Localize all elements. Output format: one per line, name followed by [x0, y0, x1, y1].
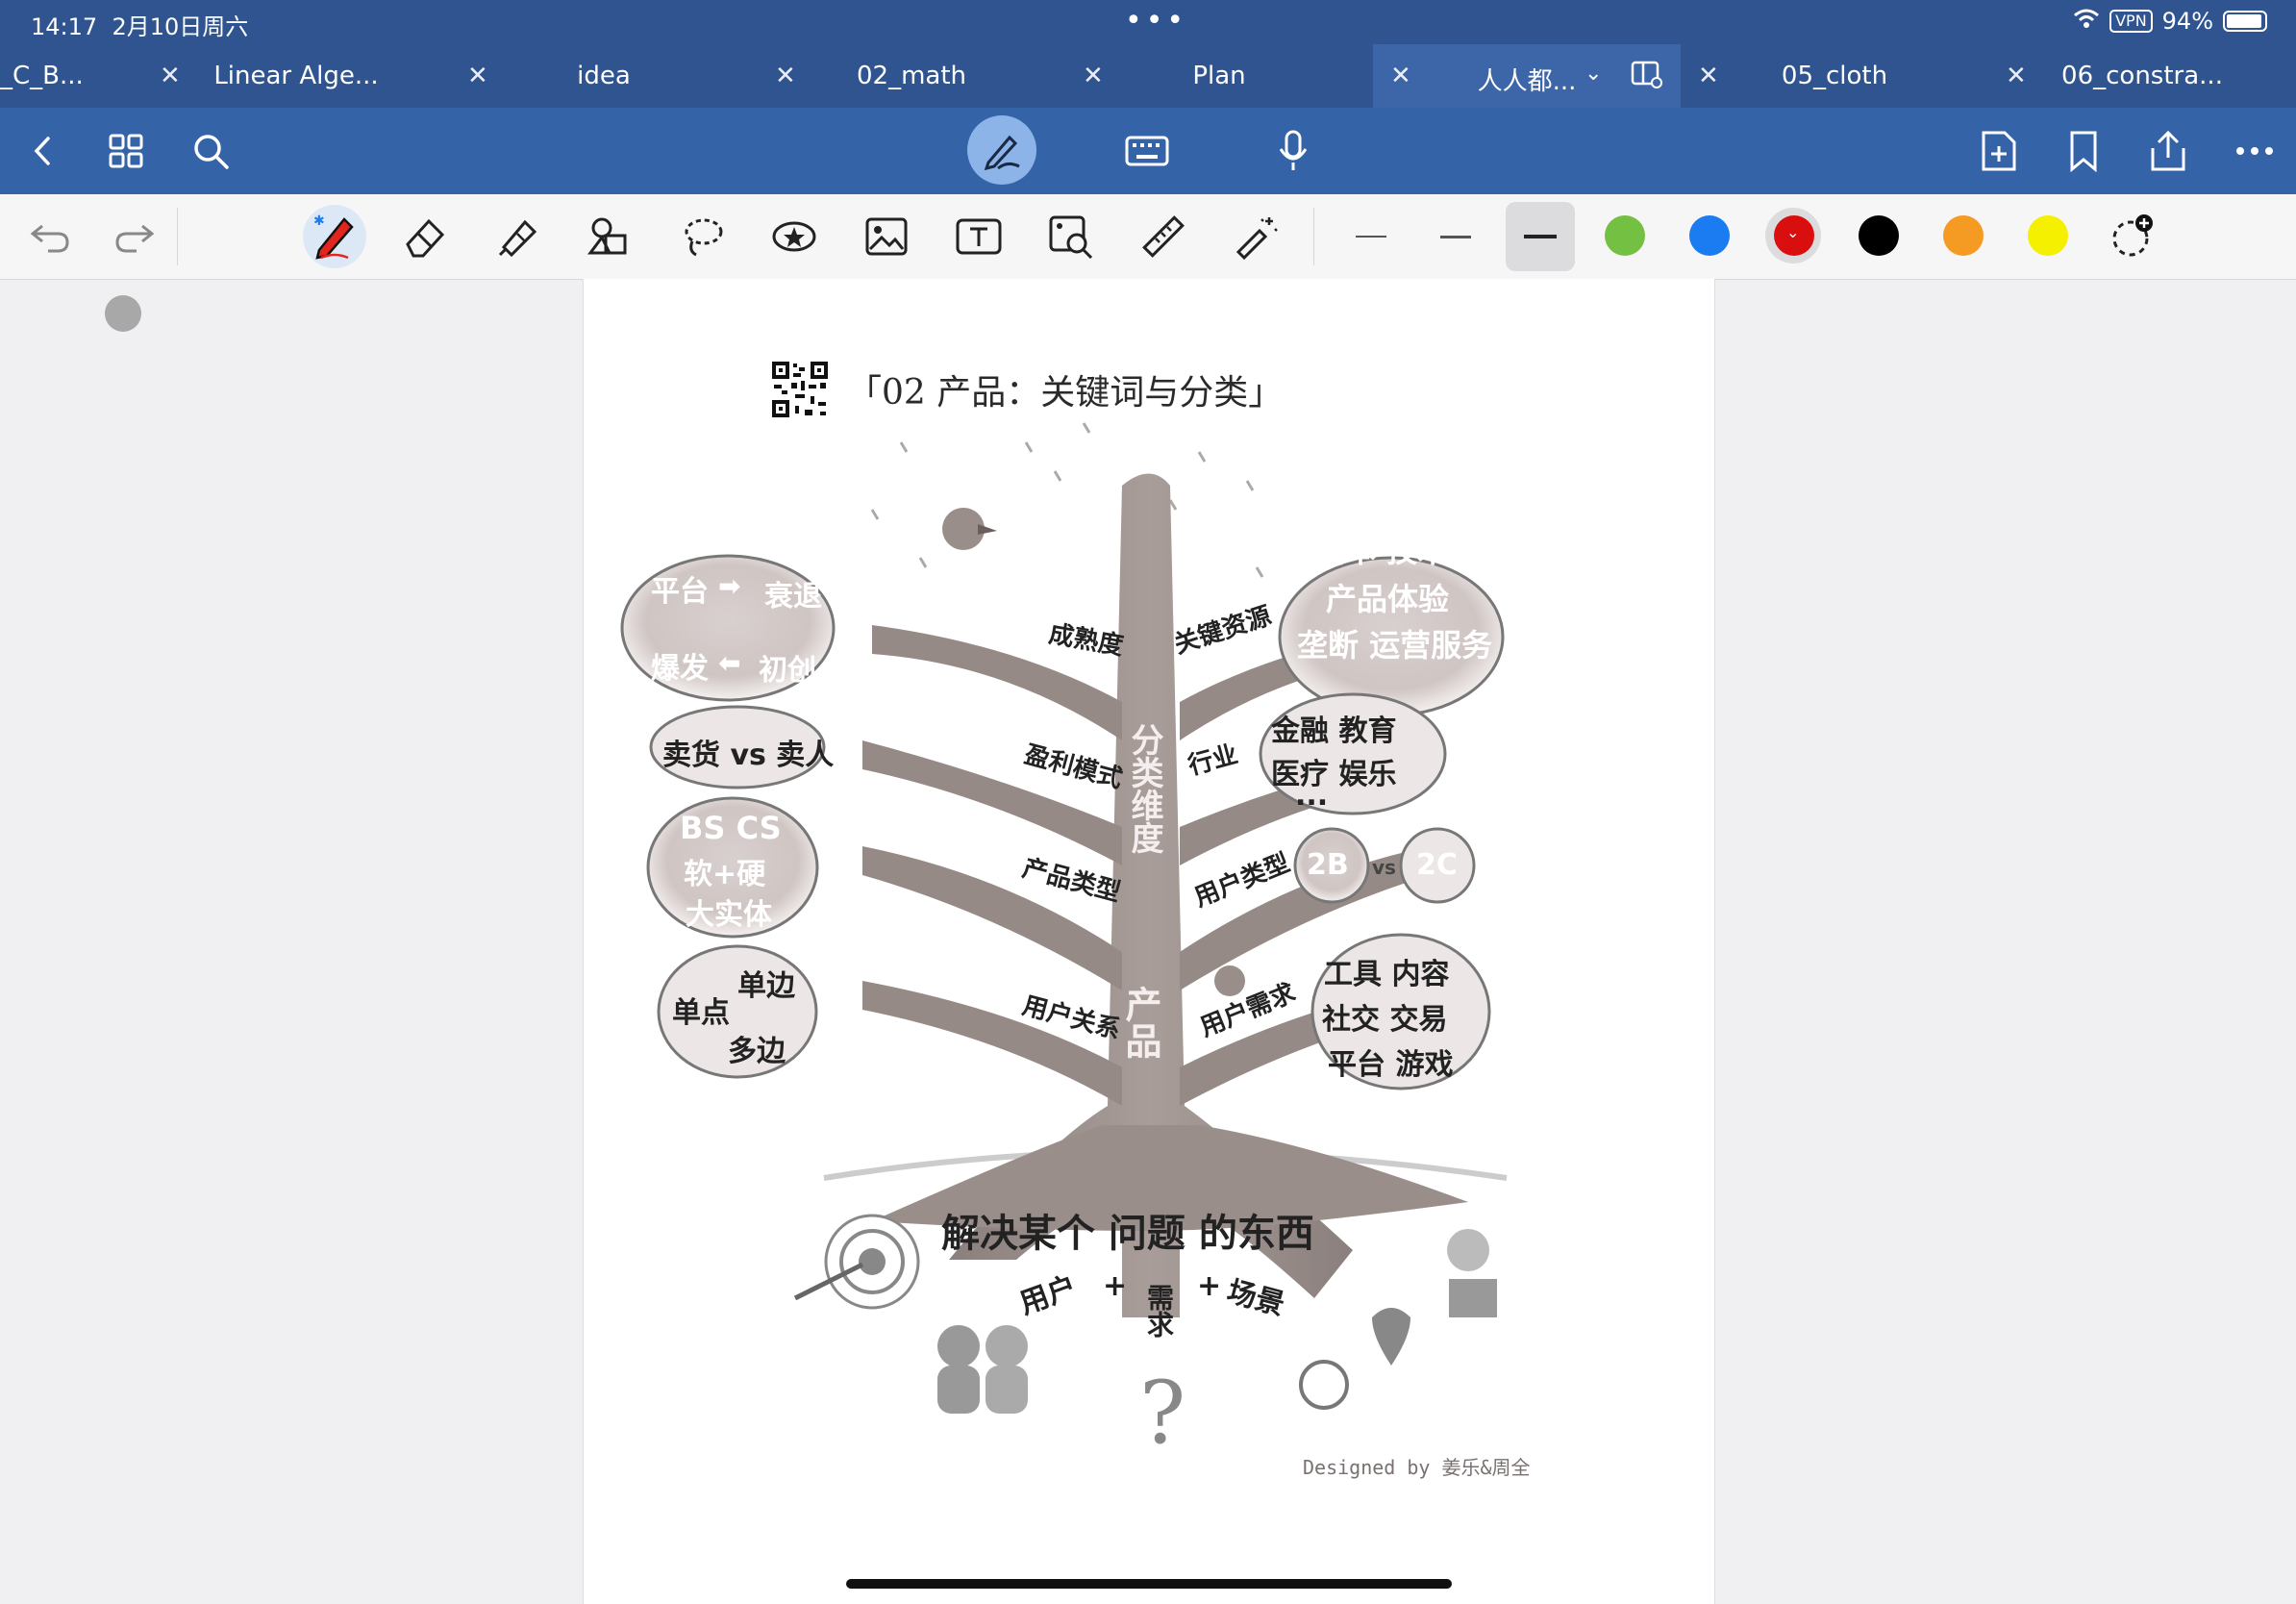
color-swatch-yellow[interactable]	[2028, 215, 2068, 256]
status-bar: 14:17 2月10日周六 ••• VPN 94%	[0, 0, 2296, 44]
bookmark-icon[interactable]	[2059, 127, 2108, 175]
tab-item[interactable]: ✕ Linear Alge...	[142, 44, 450, 108]
stroke-width-medium[interactable]	[1440, 236, 1471, 238]
svg-text:✱: ✱	[313, 213, 325, 229]
tab-item-active[interactable]: ✕ 人人都... ⌄	[1373, 44, 1681, 108]
wifi-icon	[2073, 8, 2100, 35]
battery-percent: 94%	[2161, 8, 2213, 35]
tab-item[interactable]: ✕ 05_cloth	[1681, 44, 1988, 108]
color-swatch-orange[interactable]	[1943, 215, 1984, 256]
tab-item[interactable]: _C_B...	[0, 44, 142, 108]
split-view-icon[interactable]	[1631, 60, 1663, 95]
highlighter-icon[interactable]	[488, 208, 546, 265]
cursor-indicator	[105, 295, 141, 332]
stroke-width-thin[interactable]	[1356, 236, 1386, 238]
tab-item[interactable]: ✕ 06_constra...	[1988, 44, 2296, 108]
color-swatch-black[interactable]	[1859, 215, 1899, 256]
share-icon[interactable]	[2144, 127, 2192, 175]
more-icon[interactable]	[2231, 127, 2279, 175]
battery-icon	[2223, 11, 2267, 32]
keyboard-icon[interactable]	[1123, 127, 1171, 175]
search-icon[interactable]	[187, 127, 235, 175]
pen-mode-icon[interactable]	[978, 127, 1026, 175]
pen-tool-icon[interactable]: ✱	[303, 205, 366, 268]
home-indicator[interactable]	[846, 1579, 1452, 1589]
document-tabs: _C_B... ✕ Linear Alge... ✕ idea ✕ 02_mat…	[0, 44, 2296, 108]
image-icon[interactable]	[858, 208, 915, 265]
tab-item[interactable]: ✕ 02_math	[758, 44, 1065, 108]
add-page-icon[interactable]	[1975, 127, 2023, 175]
eraser-icon[interactable]	[396, 208, 454, 265]
status-time: 14:17 2月10日周六	[31, 13, 249, 40]
back-chevron-icon[interactable]	[19, 127, 67, 175]
color-swatch-blue[interactable]	[1689, 215, 1730, 256]
text-box-icon[interactable]	[950, 208, 1008, 265]
vpn-badge: VPN	[2109, 10, 2153, 33]
lasso-icon[interactable]	[673, 208, 731, 265]
multitask-dots[interactable]: •••	[1125, 4, 1187, 38]
sticker-icon[interactable]	[765, 208, 823, 265]
color-swatch-red[interactable]: ⌄	[1774, 215, 1814, 256]
svg-text:?: ?	[1139, 1363, 1185, 1464]
redo-icon[interactable]	[106, 208, 163, 265]
tree-illustration: ?	[620, 422, 1508, 1464]
document-page[interactable]: 「02 产品：关键词与分类」 ? 分类维度 产品 成熟度 盈利模式 产品类型 用…	[583, 279, 1715, 1604]
add-color-icon[interactable]	[2104, 208, 2161, 265]
chevron-down-icon[interactable]: ⌄	[1585, 62, 1602, 86]
grid-view-icon[interactable]	[102, 127, 150, 175]
color-swatch-green[interactable]	[1605, 215, 1645, 256]
chevron-down-icon: ⌄	[1786, 223, 1800, 241]
microphone-icon[interactable]	[1269, 127, 1317, 175]
laser-pointer-icon[interactable]	[1227, 208, 1285, 265]
close-icon[interactable]: ✕	[1390, 62, 1411, 90]
designer-credit: Designed by 姜乐&周全	[1303, 1456, 1531, 1479]
image-search-icon[interactable]	[1042, 208, 1100, 265]
ruler-icon[interactable]	[1135, 208, 1192, 265]
undo-icon[interactable]	[21, 208, 79, 265]
shapes-icon[interactable]	[581, 208, 638, 265]
tab-item[interactable]: ✕ Plan	[1065, 44, 1373, 108]
tab-item[interactable]: ✕ idea	[450, 44, 758, 108]
stroke-width-thick[interactable]	[1524, 235, 1557, 238]
drawing-toolbar: ✱ ⌄	[0, 194, 2296, 280]
main-toolbar	[0, 108, 2296, 194]
